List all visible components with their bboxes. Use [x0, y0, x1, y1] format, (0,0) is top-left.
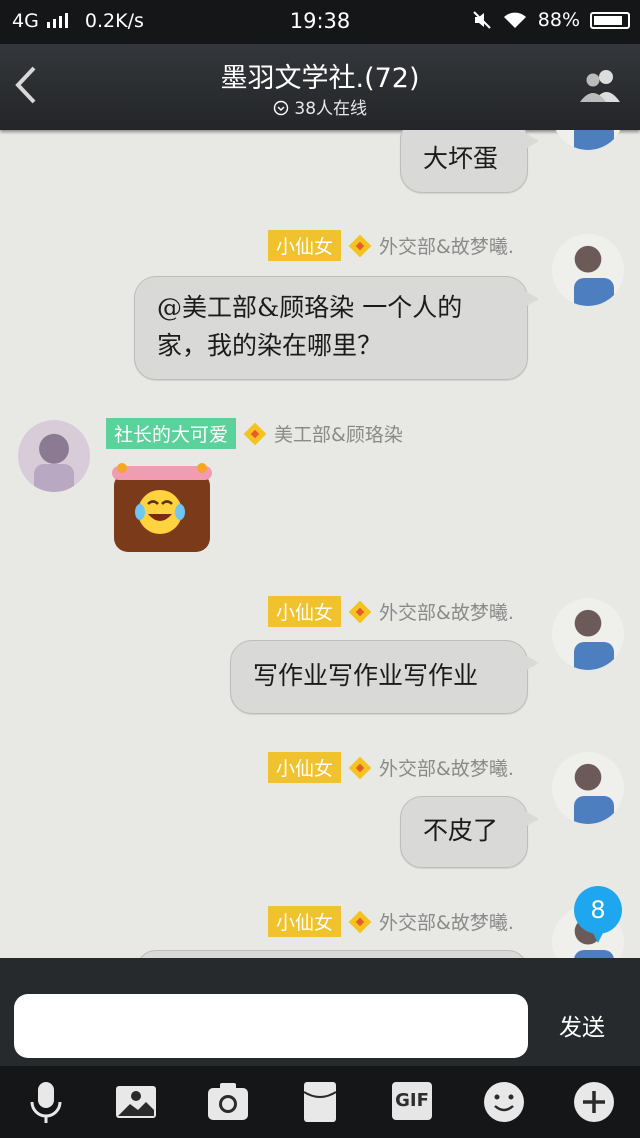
wifi-icon [503, 12, 526, 28]
message-bubble[interactable]: 不皮了 [400, 796, 539, 868]
sender-name: 外交部&故梦曦. [379, 602, 514, 624]
sticker-laughing-emoji[interactable] [110, 460, 214, 556]
message-bubble[interactable]: @美工部&顾珞染 一个人的 家，我的染在哪里？ [134, 276, 539, 380]
avatar[interactable] [552, 234, 624, 306]
avatar[interactable] [552, 752, 624, 824]
message-bubble[interactable]: 大坏蛋 [400, 130, 539, 193]
emoji-icon[interactable] [482, 1080, 526, 1124]
message-bubble[interactable]: 写作业写作业写作业 [230, 640, 539, 714]
gif-icon[interactable]: GIF [392, 1082, 432, 1120]
sender-info: 社长的大可爱 美工部&顾珞染 [106, 418, 403, 449]
avatar[interactable] [18, 420, 90, 492]
member-title-badge: 小仙女 [268, 752, 342, 783]
message-text: 不皮了 [423, 816, 499, 845]
message-text-line: 家，我的染在哪里？ [157, 331, 383, 360]
rank-diamond-icon [244, 423, 266, 445]
online-count: 38人在线 [294, 99, 368, 119]
message-input[interactable] [14, 994, 528, 1058]
group-title[interactable]: 墨羽文学社.(72) [0, 56, 640, 95]
sender-name: 外交部&故梦曦. [379, 912, 514, 934]
member-title-badge: 小仙女 [268, 906, 342, 937]
input-bar: 发送 [0, 958, 640, 1066]
send-button[interactable]: 发送 [544, 1008, 620, 1048]
sender-info: 小仙女 外交部&故梦曦. [268, 230, 514, 261]
avatar[interactable] [552, 130, 624, 150]
plus-icon[interactable] [572, 1080, 616, 1124]
message-list[interactable]: 大坏蛋 小仙女 外交部&故梦曦. @美工部&顾珞染 一个人的 家，我的染在哪里？… [0, 130, 640, 958]
sender-info: 小仙女 外交部&故梦曦. [268, 596, 514, 627]
sender-name: 外交部&故梦曦. [379, 758, 514, 780]
battery-percent: 88% [537, 9, 580, 31]
message-text: 大坏蛋 [423, 144, 499, 173]
bottom-toolbar: GIF [0, 1066, 640, 1138]
message-bubble[interactable] [136, 950, 528, 958]
message-text: 写作业写作业写作业 [253, 661, 479, 690]
sender-info: 小仙女 外交部&故梦曦. [268, 906, 514, 937]
rank-diamond-icon [349, 757, 371, 779]
group-members-icon[interactable] [576, 66, 624, 106]
battery-icon [590, 11, 630, 29]
chat-header: 墨羽文学社.(72) 38人在线 [0, 44, 640, 130]
rank-diamond-icon [349, 235, 371, 257]
picture-icon[interactable] [114, 1080, 158, 1124]
message-text-line: @美工部&顾珞染 一个人的 [157, 293, 463, 322]
sender-name: 美工部&顾珞染 [274, 424, 403, 446]
member-title-badge: 小仙女 [268, 230, 342, 261]
member-title-badge: 小仙女 [268, 596, 342, 627]
avatar[interactable] [552, 598, 624, 670]
microphone-icon[interactable] [24, 1080, 68, 1124]
member-title-badge: 社长的大可爱 [106, 418, 237, 449]
online-status[interactable]: 38人在线 [0, 94, 640, 119]
rank-diamond-icon [349, 911, 371, 933]
mute-icon [473, 11, 491, 29]
camera-icon[interactable] [206, 1080, 250, 1124]
sender-name: 外交部&故梦曦. [379, 236, 514, 258]
red-packet-icon[interactable] [298, 1080, 342, 1124]
sender-info: 小仙女 外交部&故梦曦. [268, 752, 514, 783]
unread-count-badge[interactable]: 8 [574, 886, 622, 943]
status-bar: 4G 0.2K/s 19:38 88% [0, 0, 640, 44]
chevron-down-icon [273, 100, 289, 116]
rank-diamond-icon [349, 601, 371, 623]
